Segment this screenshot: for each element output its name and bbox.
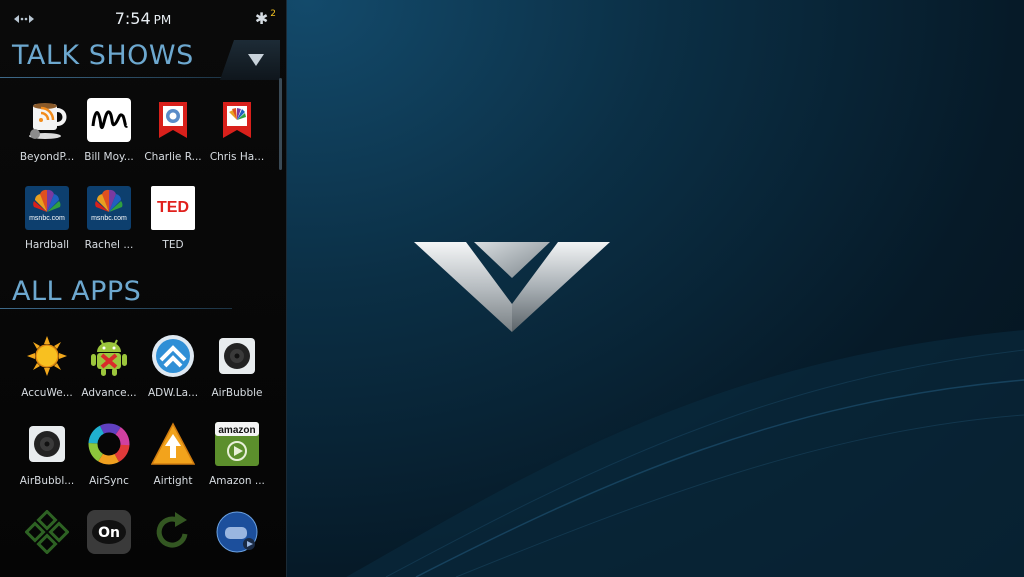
app-label: Amazon ... (209, 475, 265, 487)
msnbc-text: msnbc.com (91, 215, 127, 222)
app-panel: 7:54 PM ✱ 2 TALK SHOWS BeyondP... Bill M… (0, 0, 287, 577)
app-label: Charlie R... (144, 151, 202, 163)
ted-logo-text: TED (157, 199, 189, 216)
section-header-talk-shows: TALK SHOWS (0, 40, 286, 80)
app-label: Advance... (81, 387, 137, 399)
tv-home-screen: 7:54 PM ✱ 2 TALK SHOWS BeyondP... Bill M… (0, 0, 1024, 577)
app-label: Chris Ha... (209, 151, 265, 163)
adw-launcher-icon (152, 335, 194, 377)
app-label: Rachel ... (84, 239, 134, 251)
peacock-icon (33, 189, 61, 212)
app-tile[interactable] (14, 510, 80, 577)
charlie-rose-icon (159, 102, 187, 138)
app-label: ADW.La... (147, 387, 199, 399)
app-tile[interactable]: On (76, 510, 142, 577)
app-tile[interactable]: AirBubbl... (14, 422, 80, 502)
notification-count: 2 (270, 9, 276, 19)
warning-arrow-icon (151, 422, 195, 465)
app-label: AirSync (89, 475, 129, 487)
app-label: AccuWe... (21, 387, 73, 399)
nbc-peacock-bookmark-icon (223, 102, 251, 138)
signature-icon (87, 98, 131, 142)
color-ring-icon (88, 423, 130, 465)
app-label: Hardball (24, 239, 70, 251)
app-tile[interactable]: AccuWe... (14, 334, 80, 414)
refresh-arrow-icon (156, 512, 188, 548)
aol-on-icon: On (87, 510, 131, 554)
gamepad-globe-icon (216, 511, 258, 553)
section-title-talk-shows: TALK SHOWS (12, 40, 194, 71)
app-label: AirBubble (211, 387, 263, 399)
ted-icon: TED (151, 186, 195, 230)
app-label: Bill Moy... (84, 151, 134, 163)
android-icon (91, 339, 127, 376)
app-tile[interactable]: Chris Ha... (204, 98, 270, 178)
amazon-mp3-icon: amazon (215, 422, 259, 466)
asterisk-icon: ✱ (254, 9, 269, 28)
divider (0, 77, 228, 78)
divider (0, 308, 232, 309)
coffee-cup-icon (29, 103, 67, 139)
amazon-text: amazon (218, 425, 255, 436)
aol-on-text: On (98, 525, 120, 541)
scrollbar[interactable] (279, 78, 282, 170)
clock: 7:54 PM (0, 9, 286, 28)
background-wave (346, 330, 1024, 577)
app-tile[interactable] (204, 510, 270, 577)
app-tile[interactable]: msnbc.com Rachel ... (76, 186, 142, 266)
app-tile[interactable]: AirSync (76, 422, 142, 502)
app-tile[interactable]: Advance... (76, 334, 142, 414)
app-tile[interactable]: amazon Amazon ... (204, 422, 270, 502)
app-tile[interactable]: msnbc.com Hardball (14, 186, 80, 266)
status-bar: 7:54 PM ✱ 2 (0, 0, 286, 40)
app-tile[interactable]: Bill Moy... (76, 98, 142, 178)
app-label: Airtight (153, 475, 193, 487)
section-header-all-apps: ALL APPS (0, 276, 286, 316)
app-tile[interactable]: ADW.La... (140, 334, 206, 414)
app-tile[interactable] (140, 510, 206, 577)
app-label: BeyondP... (19, 151, 75, 163)
clock-time: 7:54 (114, 9, 151, 28)
section-title-all-apps: ALL APPS (12, 276, 142, 307)
app-label: AirBubbl... (19, 475, 75, 487)
puzzle-cross-icon (25, 510, 69, 554)
sun-icon (27, 336, 67, 376)
app-tile[interactable]: BeyondP... (14, 98, 80, 178)
all-apps-grid: AccuWe... Advance... ADW.La... AirBubble… (14, 334, 272, 577)
talk-shows-grid: BeyondP... Bill Moy... Charlie R... Chri… (14, 98, 272, 268)
category-dropdown-button[interactable] (220, 40, 280, 80)
notification-indicator[interactable]: ✱ 2 (255, 9, 276, 29)
vizio-v-logo (414, 242, 610, 332)
msnbc-icon: msnbc.com (87, 186, 131, 230)
msnbc-text: msnbc.com (29, 215, 65, 222)
app-label: TED (162, 239, 184, 251)
app-tile[interactable]: Airtight (140, 422, 206, 502)
app-tile[interactable]: Charlie R... (140, 98, 206, 178)
msnbc-icon: msnbc.com (25, 186, 69, 230)
triangle-down-icon (248, 54, 264, 66)
peacock-icon (95, 189, 123, 212)
speaker-icon (29, 426, 65, 462)
app-tile[interactable]: AirBubble (204, 334, 270, 414)
speaker-icon (219, 338, 255, 374)
clock-ampm: PM (153, 13, 172, 27)
app-tile[interactable]: TED TED (140, 186, 206, 266)
